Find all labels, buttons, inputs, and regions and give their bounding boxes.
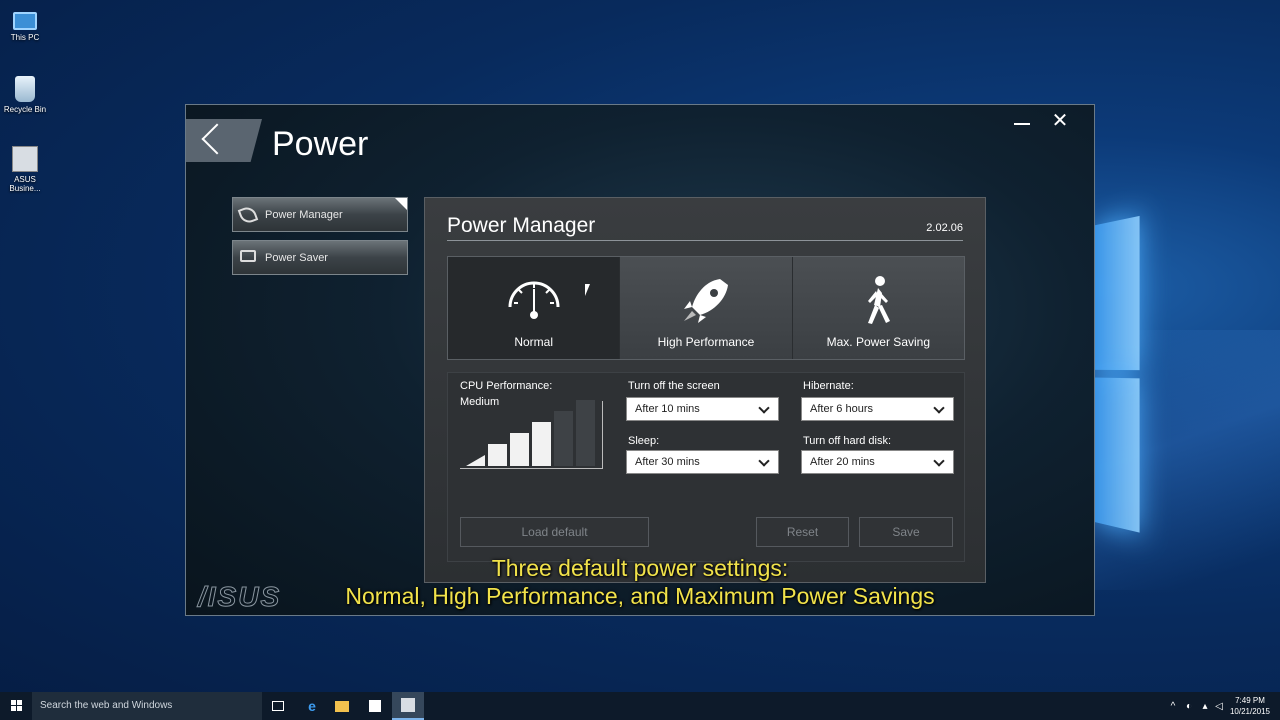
hibernate-label: Hibernate: <box>803 380 854 392</box>
speedometer-icon <box>508 281 560 319</box>
windows-start-icon-pane <box>17 700 22 705</box>
monitor-moon-icon <box>240 250 256 262</box>
desktop-icon-label: ASUS Busine... <box>9 175 41 193</box>
asus-power-window: Power ✕ Power Manager Power Saver /ISUS … <box>185 104 1095 616</box>
mode-high-performance[interactable]: High Performance <box>620 257 793 359</box>
cpu-level-bar <box>532 422 551 466</box>
hibernate-select[interactable]: After 6 hours <box>801 397 954 421</box>
cpu-level-bar <box>576 400 595 466</box>
edge-icon: e <box>308 698 316 714</box>
mode-max-power-saving[interactable]: Max. Power Saving <box>792 257 964 359</box>
sidebar-item-power-saver[interactable]: Power Saver <box>232 240 408 275</box>
windows-logo-wallpaper <box>1094 194 1147 537</box>
mode-label: High Performance <box>657 335 755 349</box>
window-title: Power <box>272 125 369 163</box>
back-arrow-icon <box>201 123 233 155</box>
network-icon: ◐ <box>1185 700 1193 712</box>
hdd-off-select[interactable]: After 20 mins <box>801 450 954 474</box>
rocket-icon <box>683 279 728 323</box>
desktop-icon-label: Recycle Bin <box>3 105 47 114</box>
cpu-level-bar <box>554 411 573 466</box>
asus-app-icon <box>12 146 38 172</box>
windows-start-icon-pane <box>17 706 22 711</box>
volume-icon: ◁ <box>1215 700 1223 712</box>
save-button[interactable]: Save <box>859 517 953 547</box>
select-value: After 30 mins <box>635 456 700 468</box>
desktop-icon-recycle-bin[interactable]: Recycle Bin <box>2 76 48 114</box>
start-button[interactable] <box>0 692 32 720</box>
panel-title: Power Manager <box>447 214 596 237</box>
cpu-level-bar <box>466 455 485 466</box>
folder-icon <box>335 700 349 712</box>
mode-label: Max. Power Saving <box>826 335 931 349</box>
leaf-icon <box>237 204 259 226</box>
cpu-performance-meter <box>460 400 603 469</box>
power-settings-area: CPU Performance: Medium Turn off the scr… <box>447 372 965 562</box>
chevron-down-icon <box>758 402 770 414</box>
select-value: After 10 mins <box>635 403 700 415</box>
cpu-level-bar <box>488 444 507 466</box>
search-input[interactable]: Search the web and Windows <box>32 692 262 720</box>
task-view-icon <box>272 701 284 711</box>
show-hidden-icons-button[interactable]: ^ <box>1166 692 1180 720</box>
sidebar-item-label: Power Saver <box>265 251 328 264</box>
minimize-button[interactable] <box>1008 111 1036 135</box>
walking-person-icon <box>868 276 891 324</box>
clock[interactable]: 7:49 PM 10/21/2015 <box>1228 695 1272 717</box>
recycle-bin-icon <box>15 76 35 102</box>
asus-app-icon <box>401 698 415 712</box>
reset-button[interactable]: Reset <box>756 517 849 547</box>
version-label: 2.02.06 <box>926 222 963 234</box>
volume-button[interactable]: ◁ <box>1212 692 1226 720</box>
title-divider <box>447 240 963 241</box>
screen-off-label: Turn off the screen <box>628 380 720 392</box>
mode-normal[interactable]: Normal <box>448 257 621 359</box>
select-value: After 20 mins <box>810 456 875 468</box>
edge-button[interactable]: e <box>296 692 328 720</box>
select-value: After 6 hours <box>810 403 873 415</box>
desktop-icon-this-pc[interactable]: This PC <box>2 8 48 42</box>
power-mode-selector: Normal High Performance Max. Power Savin… <box>447 256 965 360</box>
cpu-performance-label: CPU Performance: <box>460 380 553 392</box>
back-button[interactable] <box>186 119 262 162</box>
close-button[interactable]: ✕ <box>1048 111 1072 133</box>
cpu-level-bar <box>510 433 529 466</box>
taskbar: Search the web and Windows e ^ ◐ ▴ ◁ 7:4… <box>0 692 1280 720</box>
sidebar-item-label: Power Manager <box>265 208 343 221</box>
chevron-down-icon <box>933 402 945 414</box>
store-button[interactable] <box>359 692 391 720</box>
caption-line-1: Three default power settings: <box>491 555 789 581</box>
clock-time: 7:49 PM <box>1235 696 1265 705</box>
load-default-button[interactable]: Load default <box>460 517 649 547</box>
task-view-button[interactable] <box>262 692 294 720</box>
screen-off-select[interactable]: After 10 mins <box>626 397 779 421</box>
sleep-label: Sleep: <box>628 435 660 447</box>
caption-line-2: Normal, High Performance, and Maximum Po… <box>345 583 935 609</box>
windows-start-icon-pane <box>11 706 16 711</box>
chevron-up-icon: ^ <box>1170 700 1176 712</box>
file-explorer-button[interactable] <box>326 692 358 720</box>
mouse-cursor <box>585 284 590 296</box>
mode-label: Normal <box>514 335 553 349</box>
sidebar-item-power-manager[interactable]: Power Manager <box>232 197 408 232</box>
tray-icon-1[interactable]: ◐ <box>1182 692 1196 720</box>
minimize-icon <box>1014 123 1030 125</box>
asus-business-taskbar-button[interactable] <box>392 692 424 720</box>
sleep-select[interactable]: After 30 mins <box>626 450 779 474</box>
clock-date: 10/21/2015 <box>1229 707 1271 716</box>
computer-icon <box>13 12 37 30</box>
power-manager-panel: Power Manager 2.02.06 Normal High Perfor… <box>424 197 986 583</box>
chevron-down-icon <box>758 455 770 467</box>
windows-start-icon <box>11 700 16 705</box>
signal-icon: ▴ <box>1202 700 1208 712</box>
chevron-down-icon <box>933 455 945 467</box>
store-icon <box>369 700 381 712</box>
tray-icon-2[interactable]: ▴ <box>1198 692 1212 720</box>
hdd-off-label: Turn off hard disk: <box>803 435 892 447</box>
close-icon: ✕ <box>1051 110 1069 132</box>
desktop-icon-asus-business[interactable]: ASUS Busine... <box>2 146 48 193</box>
desktop-icon-label: This PC <box>10 33 40 42</box>
